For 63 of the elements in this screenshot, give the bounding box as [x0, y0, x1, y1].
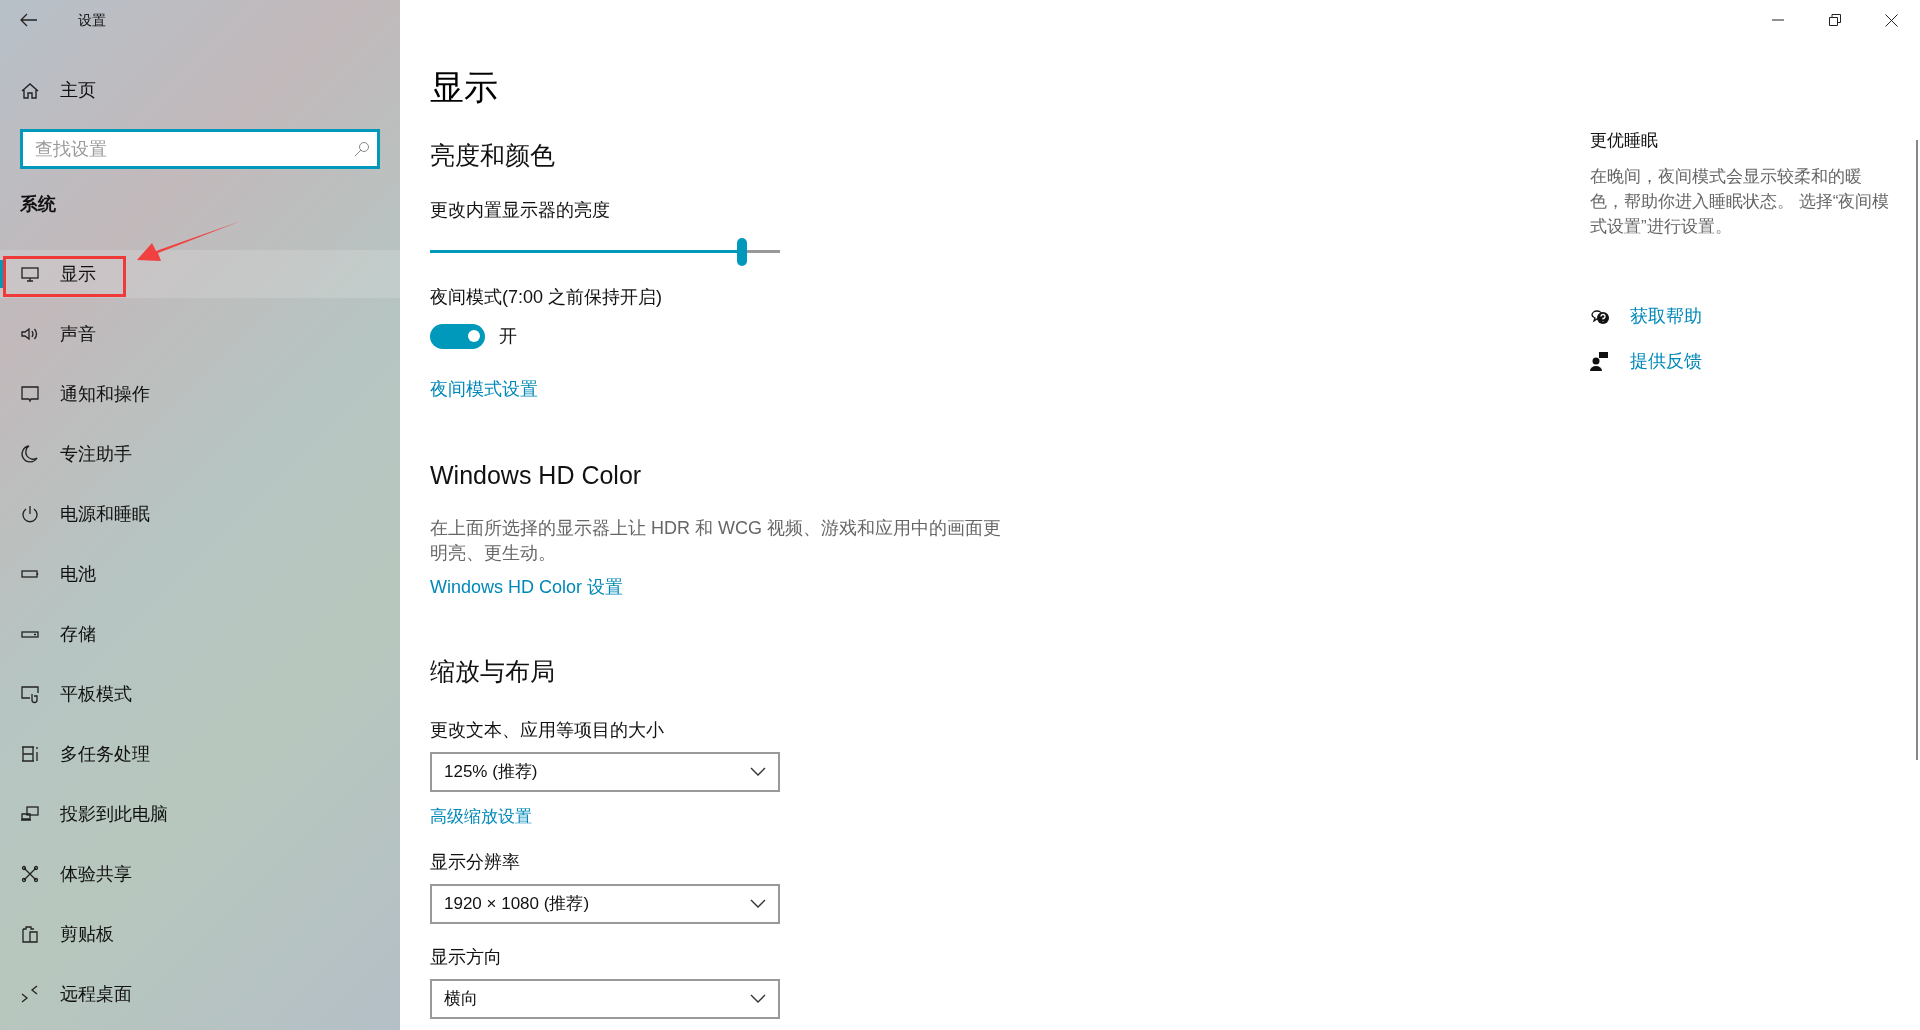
restore-icon [1828, 14, 1841, 26]
back-arrow-icon [20, 13, 38, 27]
scrollbar[interactable] [1916, 140, 1918, 760]
field-label: 显示方向 [430, 946, 503, 969]
chevron-down-icon [750, 994, 766, 1004]
nav-item[interactable]: 体验共享 [0, 850, 400, 898]
nav-item[interactable]: 投影到此电脑 [0, 790, 400, 838]
dropdown[interactable]: 125% (推荐) [430, 751, 780, 792]
minimize-icon [1771, 19, 1784, 21]
night-mode-settings-link[interactable]: 夜间模式设置 [430, 375, 538, 403]
dropdown[interactable]: 1920 × 1080 (推荐) [430, 884, 780, 924]
power-icon [20, 504, 40, 524]
window-title: 设置 [78, 10, 106, 30]
toggle-state: 开 [499, 324, 517, 348]
brightness-slider[interactable] [430, 237, 780, 266]
chevron-down-icon [750, 899, 766, 909]
remote-desktop-icon [20, 984, 40, 1004]
home-icon [20, 80, 40, 101]
hd-color-settings-link[interactable]: Windows HD Color 设置 [430, 574, 624, 601]
monitor-icon [20, 264, 40, 284]
nav-item[interactable]: 远程桌面 [0, 970, 400, 1018]
section-heading: 缩放与布局 [430, 656, 556, 687]
section-heading: Windows HD Color [430, 459, 643, 491]
multitask-icon [20, 744, 40, 764]
nav-item[interactable]: 专注助手 [0, 430, 400, 478]
search-icon [354, 141, 370, 158]
message-icon [20, 384, 40, 404]
projector-icon [20, 804, 40, 824]
toggle-switch[interactable] [430, 323, 485, 349]
advanced-scaling-link[interactable]: 高级缩放设置 [430, 803, 532, 829]
nav-item[interactable]: 电池 [0, 550, 400, 598]
nav-item[interactable]: 存储 [0, 610, 400, 658]
nav-item[interactable]: 显示 [0, 250, 400, 298]
feedback-person-icon [1590, 351, 1610, 371]
dropdown[interactable]: 横向 [430, 979, 780, 1019]
slider-thumb[interactable] [736, 237, 747, 266]
section-heading: 系统 [20, 193, 57, 216]
field-label: 更改文本、应用等项目的大小 [430, 718, 665, 742]
aside-text: 在晚间，夜间模式会显示较柔和的暖色，帮助你进入睡眠状态。 选择“夜间模式设置”进行设置。 [1590, 165, 1891, 238]
nav-item[interactable]: 多任务处理 [0, 730, 400, 778]
nav-item[interactable]: 平板模式 [0, 670, 400, 718]
nav-item[interactable]: 电源和睡眠 [0, 490, 400, 538]
selection-bar [0, 260, 4, 288]
share-icon [20, 864, 40, 884]
home-nav-item[interactable]: 主页 [0, 70, 400, 112]
tablet-icon [20, 684, 40, 704]
field-label: 显示分辨率 [430, 851, 521, 874]
page-title: 显示 [430, 67, 499, 108]
night-mode-label: 夜间模式(7:00 之前保持开启) [430, 285, 664, 309]
nav-item[interactable]: 声音 [0, 310, 400, 358]
section-heading: 亮度和颜色 [430, 140, 556, 171]
nav-item[interactable]: 剪贴板 [0, 910, 400, 958]
moon-icon [20, 444, 40, 464]
description: 在上面所选择的显示器上让 HDR 和 WCG 视频、游戏和应用中的画面更明亮、更生动。 [430, 517, 1002, 565]
search-field[interactable]: 查找设置 [20, 129, 380, 169]
aside-link[interactable]: 获取帮助 [1590, 302, 1702, 330]
slider-label: 更改内置显示器的亮度 [430, 198, 611, 222]
nav-item[interactable]: 通知和操作 [0, 370, 400, 418]
clipboard-icon [20, 924, 40, 944]
chevron-down-icon [750, 766, 766, 777]
close-icon [1885, 13, 1898, 27]
aside-link[interactable]: 提供反馈 [1590, 347, 1702, 375]
aside-heading: 更优睡眠 [1590, 130, 1659, 152]
